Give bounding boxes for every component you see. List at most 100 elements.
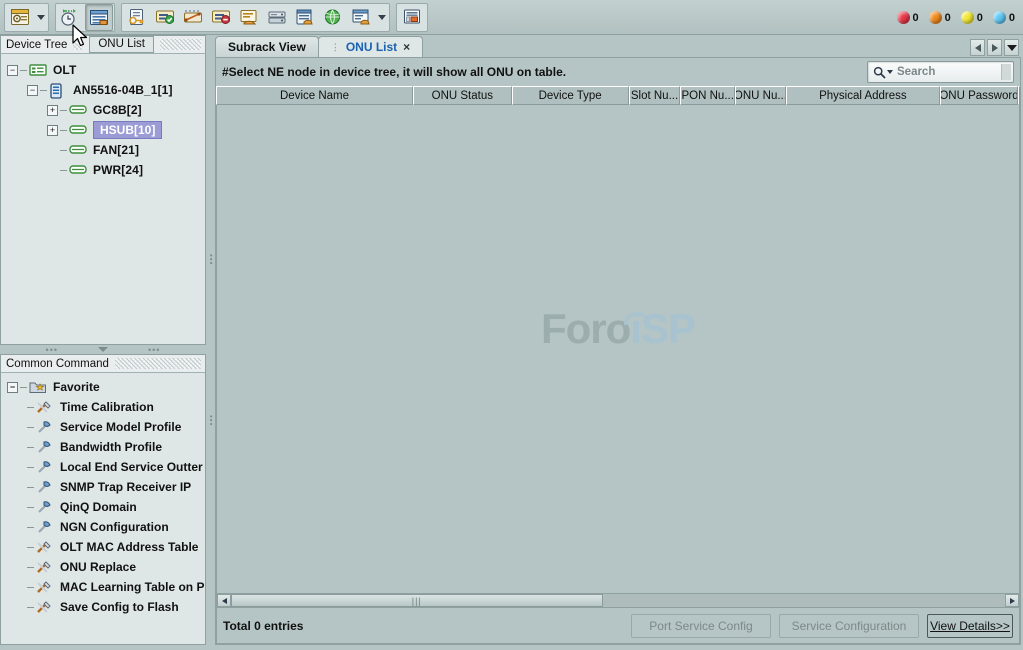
toolbar-group-window xyxy=(4,3,49,32)
tree-node-an5516[interactable]: − AN5516-04B_1[1] xyxy=(1,80,205,100)
card-service-button[interactable] xyxy=(235,4,263,31)
cc-item-label: OLT MAC Address Table xyxy=(60,540,198,554)
column-header-physical-address[interactable]: Physical Address xyxy=(786,86,940,105)
cc-item-service-model-profile[interactable]: Service Model Profile xyxy=(1,417,205,437)
tree-node-olt[interactable]: − OLT xyxy=(1,60,205,80)
main-toolbar: 0 0 0 0 xyxy=(0,0,1023,35)
tab-grip: ⋮ xyxy=(331,43,340,51)
common-command-titlebar: Common Command xyxy=(0,354,206,373)
window-settings-button[interactable] xyxy=(6,4,34,31)
tree-connector xyxy=(60,150,67,151)
alarm-critical-led xyxy=(897,11,910,24)
cc-item-onu-replace[interactable]: ONU Replace xyxy=(1,557,205,577)
view-details-button[interactable]: View Details>> xyxy=(927,614,1013,638)
scroll-right-button[interactable] xyxy=(1005,594,1019,607)
splitter-collapse-icon[interactable] xyxy=(98,347,108,352)
tab-label: ONU List xyxy=(346,40,397,54)
alarm-warning[interactable]: 0 xyxy=(993,11,1015,24)
card-green-icon xyxy=(69,103,87,117)
column-header-pon-number[interactable]: PON Nu... xyxy=(680,86,735,105)
cc-item-save-config-to-flash[interactable]: Save Config to Flash xyxy=(1,597,205,617)
search-dropdown-icon[interactable] xyxy=(887,70,893,74)
tree-connector xyxy=(27,427,34,428)
cc-item-bandwidth-profile[interactable]: Bandwidth Profile xyxy=(1,437,205,457)
report-button[interactable] xyxy=(347,4,375,31)
summary-report-button[interactable] xyxy=(398,4,426,31)
expander-plus-icon[interactable]: + xyxy=(47,105,58,116)
timing-button[interactable] xyxy=(57,4,85,31)
tree-node-hsub[interactable]: + HSUB[10] xyxy=(1,120,205,140)
hammer-icon xyxy=(36,500,54,514)
summary-report-icon xyxy=(402,8,422,26)
column-header-device-name[interactable]: Device Name xyxy=(216,86,413,105)
tree-node-pwr[interactable]: PWR[24] xyxy=(1,160,205,180)
column-header-onu-number[interactable]: ONU Nu... xyxy=(735,86,786,105)
toolbar-group-config xyxy=(121,3,390,32)
column-header-onu-password[interactable]: ONU Password xyxy=(940,86,1018,105)
table-body[interactable]: ForoiSP xyxy=(216,105,1020,593)
tab-prev-button[interactable] xyxy=(970,39,985,56)
horizontal-scrollbar[interactable]: ||| xyxy=(216,593,1020,608)
cc-item-olt-mac-address-table[interactable]: OLT MAC Address Table xyxy=(1,537,205,557)
network-button[interactable] xyxy=(319,4,347,31)
cc-item-mac-learning-table-on-p[interactable]: MAC Learning Table on P xyxy=(1,577,205,597)
device-remove-icon xyxy=(211,8,231,26)
remove-device-button[interactable] xyxy=(207,4,235,31)
alarm-minor[interactable]: 0 xyxy=(961,11,983,24)
alarm-minor-led xyxy=(961,11,974,24)
tree-node-gc8b[interactable]: + GC8B[2] xyxy=(1,100,205,120)
device-tree-tab-onu-list[interactable]: ONU List xyxy=(89,36,154,53)
link-config-button[interactable] xyxy=(179,4,207,31)
search-input[interactable]: Search xyxy=(867,61,1014,83)
tab-bar: Subrack View ⋮ ONU List × xyxy=(215,35,1021,58)
report-dropdown[interactable] xyxy=(375,4,388,31)
vertical-splitter[interactable]: ••• ••• xyxy=(206,35,215,645)
cc-item-label: SNMP Trap Receiver IP xyxy=(60,480,191,494)
port-service-config-button[interactable]: Port Service Config xyxy=(631,614,771,638)
cc-item-snmp-trap-receiver-ip[interactable]: SNMP Trap Receiver IP xyxy=(1,477,205,497)
server-config-button[interactable] xyxy=(291,4,319,31)
expander-plus-icon[interactable]: + xyxy=(47,125,58,136)
expander-minus-icon[interactable]: − xyxy=(7,65,18,76)
tab-onu-list[interactable]: ⋮ ONU List × xyxy=(318,36,423,57)
tree-connector xyxy=(27,547,34,548)
service-configuration-button[interactable]: Service Configuration xyxy=(779,614,919,638)
tab-next-button[interactable] xyxy=(987,39,1002,56)
close-icon[interactable]: × xyxy=(403,40,410,54)
tree-node-fan[interactable]: FAN[21] xyxy=(1,140,205,160)
tree-connector xyxy=(27,587,34,588)
column-header-device-type[interactable]: Device Type xyxy=(512,86,629,105)
rack-icon xyxy=(267,8,287,26)
window-settings-dropdown[interactable] xyxy=(34,4,47,31)
common-command-scroll[interactable]: − Favorite xyxy=(0,373,206,645)
scrollbar-track[interactable]: ||| xyxy=(231,594,1005,607)
hammer-icon xyxy=(36,480,54,494)
cc-item-qinq-domain[interactable]: QinQ Domain xyxy=(1,497,205,517)
hammer-icon xyxy=(36,420,54,434)
column-header-slot-number[interactable]: Slot Nu... xyxy=(629,86,681,105)
alarm-major[interactable]: 0 xyxy=(929,11,951,24)
status-bar xyxy=(0,645,1023,650)
device-tree-scroll[interactable]: − OLT xyxy=(0,54,206,345)
alarm-critical[interactable]: 0 xyxy=(897,11,919,24)
cc-item-local-end-service-outter[interactable]: Local End Service Outter xyxy=(1,457,205,477)
horizontal-splitter[interactable]: ••• ••• xyxy=(0,345,206,354)
cc-node-favorite[interactable]: − Favorite xyxy=(1,377,205,397)
rack-view-button[interactable] xyxy=(263,4,291,31)
tab-subrack-view[interactable]: Subrack View xyxy=(215,36,319,57)
alarm-warning-led xyxy=(993,11,1006,24)
expander-minus-icon[interactable]: − xyxy=(7,382,18,393)
onu-list-button[interactable] xyxy=(85,4,113,31)
authorization-button[interactable] xyxy=(123,4,151,31)
cc-item-time-calibration[interactable]: Time Calibration xyxy=(1,397,205,417)
expander-minus-icon[interactable]: − xyxy=(27,85,38,96)
scrollbar-thumb[interactable]: ||| xyxy=(231,594,603,607)
scroll-left-button[interactable] xyxy=(217,594,231,607)
cc-item-ngn-configuration[interactable]: NGN Configuration xyxy=(1,517,205,537)
tree-connector xyxy=(27,567,34,568)
column-header-onu-status[interactable]: ONU Status xyxy=(413,86,512,105)
ne-device-icon xyxy=(49,83,67,97)
add-device-button[interactable] xyxy=(151,4,179,31)
device-add-icon xyxy=(155,8,175,26)
tab-list-button[interactable] xyxy=(1004,39,1019,56)
